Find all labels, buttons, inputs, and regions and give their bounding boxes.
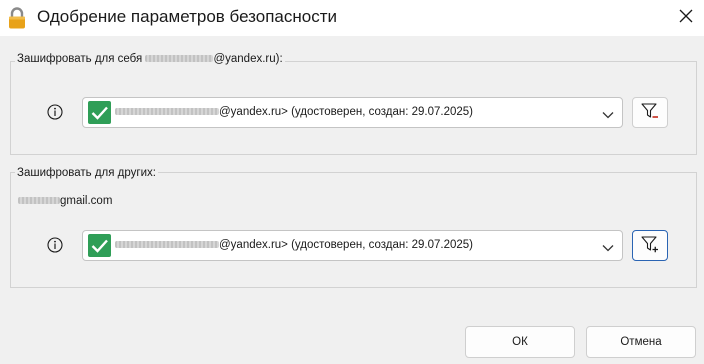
others-filter-button[interactable] [632, 230, 668, 261]
filter-remove-icon [640, 101, 660, 124]
info-icon[interactable] [47, 104, 63, 120]
chevron-down-icon [602, 241, 614, 252]
check-icon [88, 101, 111, 124]
encrypt-self-label: Зашифровать для себя @yandex.ru): [15, 53, 285, 65]
window-title: Одобрение параметров безопасности [37, 7, 337, 26]
check-icon [88, 234, 111, 257]
others-certificate-select[interactable]: @yandex.ru> (удостоверен, создан: 29.07.… [82, 230, 623, 261]
encrypt-self-label-suffix: @yandex.ru): [213, 53, 283, 65]
others-certificate-label: @yandex.ru> (удостоверен, создан: 29.07.… [115, 239, 473, 251]
recipient-domain: gmail.com [60, 195, 113, 207]
encrypt-others-label: Зашифровать для других: [15, 167, 158, 179]
encrypt-self-label-prefix: Зашифровать для себя [17, 53, 143, 65]
lock-icon [7, 7, 27, 29]
close-icon [679, 9, 693, 26]
chevron-down-icon [602, 108, 614, 119]
close-button[interactable] [670, 2, 702, 32]
recipient-address: gmail.com [18, 195, 112, 207]
cancel-button[interactable]: Отмена [586, 326, 696, 358]
title-bar: Одобрение параметров безопасности [0, 0, 704, 36]
self-filter-button[interactable] [632, 97, 668, 128]
self-certificate-select[interactable]: @yandex.ru> (удостоверен, создан: 29.07.… [82, 97, 623, 128]
others-certificate-text: @yandex.ru> (удостоверен, создан: 29.07.… [219, 239, 473, 251]
info-icon[interactable] [47, 237, 63, 253]
redacted-address [115, 241, 219, 249]
ok-button[interactable]: ОК [465, 326, 575, 358]
redacted-address [18, 197, 60, 205]
redacted-address [115, 108, 219, 116]
self-certificate-label: @yandex.ru> (удостоверен, создан: 29.07.… [115, 106, 473, 118]
self-certificate-text: @yandex.ru> (удостоверен, создан: 29.07.… [219, 106, 473, 118]
filter-add-icon [640, 234, 660, 257]
redacted-address [145, 55, 214, 63]
